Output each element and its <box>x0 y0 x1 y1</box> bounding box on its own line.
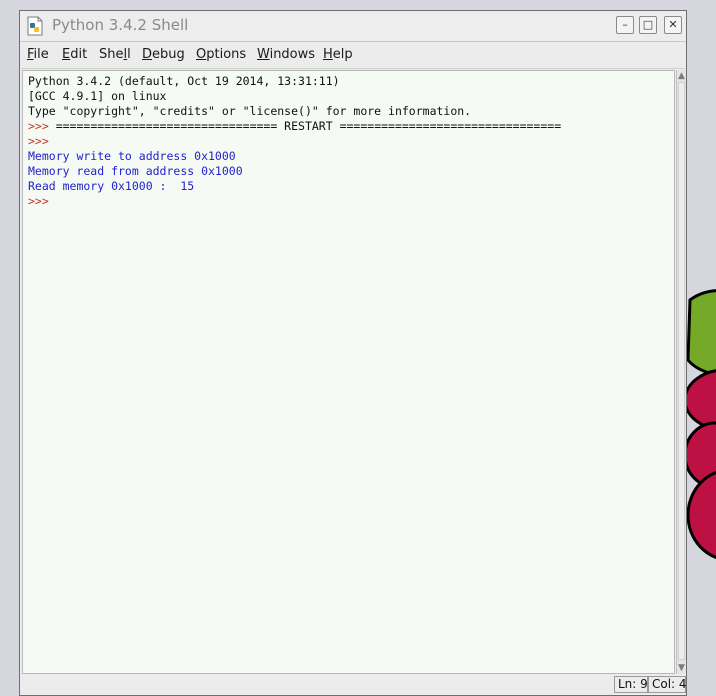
shell-output-text: Memory write to address 0x1000 <box>28 149 236 163</box>
shell-text: [GCC 4.9.1] on linux <box>28 89 167 103</box>
line-indicator: Ln: 9 <box>614 676 648 693</box>
shell-text: Type "copyright", "credits" or "license(… <box>28 104 472 118</box>
status-bar: Ln: 9 Col: 4 <box>21 675 687 695</box>
column-indicator: Col: 4 <box>648 676 687 693</box>
menu-mnemonic: O <box>196 47 207 62</box>
python-shell-window: Python 3.4.2 Shell – □ ✕ File Edit Shell… <box>19 10 687 696</box>
shell-prompt: >>> <box>28 134 56 148</box>
menu-windows[interactable]: Windows <box>257 47 315 62</box>
menu-file[interactable]: File <box>27 47 49 62</box>
shell-line: >>> ================================ RES… <box>28 119 561 134</box>
scroll-track[interactable] <box>678 82 685 660</box>
python-file-icon <box>27 16 43 36</box>
window-title: Python 3.4.2 Shell <box>52 16 189 34</box>
shell-line: Memory read from address 0x1000 <box>28 164 243 179</box>
close-button[interactable]: ✕ <box>664 16 682 34</box>
shell-output-text: Memory read from address 0x1000 <box>28 164 243 178</box>
shell-line: Python 3.4.2 (default, Oct 19 2014, 13:3… <box>28 74 340 89</box>
vertical-scrollbar[interactable]: ▲ ▼ <box>676 70 686 674</box>
shell-line: Memory write to address 0x1000 <box>28 149 236 164</box>
shell-line: >>> <box>28 134 56 149</box>
menu-mnemonic: F <box>27 47 34 62</box>
desktop: Python 3.4.2 Shell – □ ✕ File Edit Shell… <box>0 0 716 696</box>
shell-text: ================================ RESTART… <box>55 119 562 133</box>
shell-line: >>> <box>28 194 56 209</box>
shell-prompt: >>> <box>28 119 56 133</box>
menu-bar: File Edit Shell Debug Options Windows He… <box>21 42 685 69</box>
menu-debug[interactable]: Debug <box>142 47 185 62</box>
shell-line: [GCC 4.9.1] on linux <box>28 89 166 104</box>
maximize-button[interactable]: □ <box>639 16 657 34</box>
shell-line: Read memory 0x1000 : 15 <box>28 179 194 194</box>
menu-mnemonic: l <box>123 47 128 62</box>
menu-mnemonic: D <box>142 47 153 62</box>
shell-prompt: >>> <box>28 194 56 208</box>
menu-mnemonic: E <box>62 47 71 62</box>
shell-text-area[interactable]: Python 3.4.2 (default, Oct 19 2014, 13:3… <box>22 70 675 674</box>
scroll-up-icon[interactable]: ▲ <box>677 70 686 82</box>
close-icon: ✕ <box>668 18 678 31</box>
shell-line: Type "copyright", "credits" or "license(… <box>28 104 471 119</box>
menu-help[interactable]: Help <box>323 47 353 62</box>
minimize-button[interactable]: – <box>616 16 634 34</box>
scroll-down-icon[interactable]: ▼ <box>677 662 686 674</box>
menu-edit[interactable]: Edit <box>62 47 87 62</box>
maximize-icon: □ <box>642 18 654 31</box>
minimize-icon: – <box>622 18 628 31</box>
menu-mnemonic: W <box>257 47 270 62</box>
shell-output-text: Read memory 0x1000 : 15 <box>28 179 195 193</box>
title-bar[interactable]: Python 3.4.2 Shell – □ ✕ <box>20 11 686 42</box>
menu-options[interactable]: Options <box>196 47 246 62</box>
shell-text: Python 3.4.2 (default, Oct 19 2014, 13:3… <box>28 74 340 88</box>
menu-shell[interactable]: Shell <box>99 47 131 62</box>
menu-mnemonic: H <box>323 47 333 62</box>
